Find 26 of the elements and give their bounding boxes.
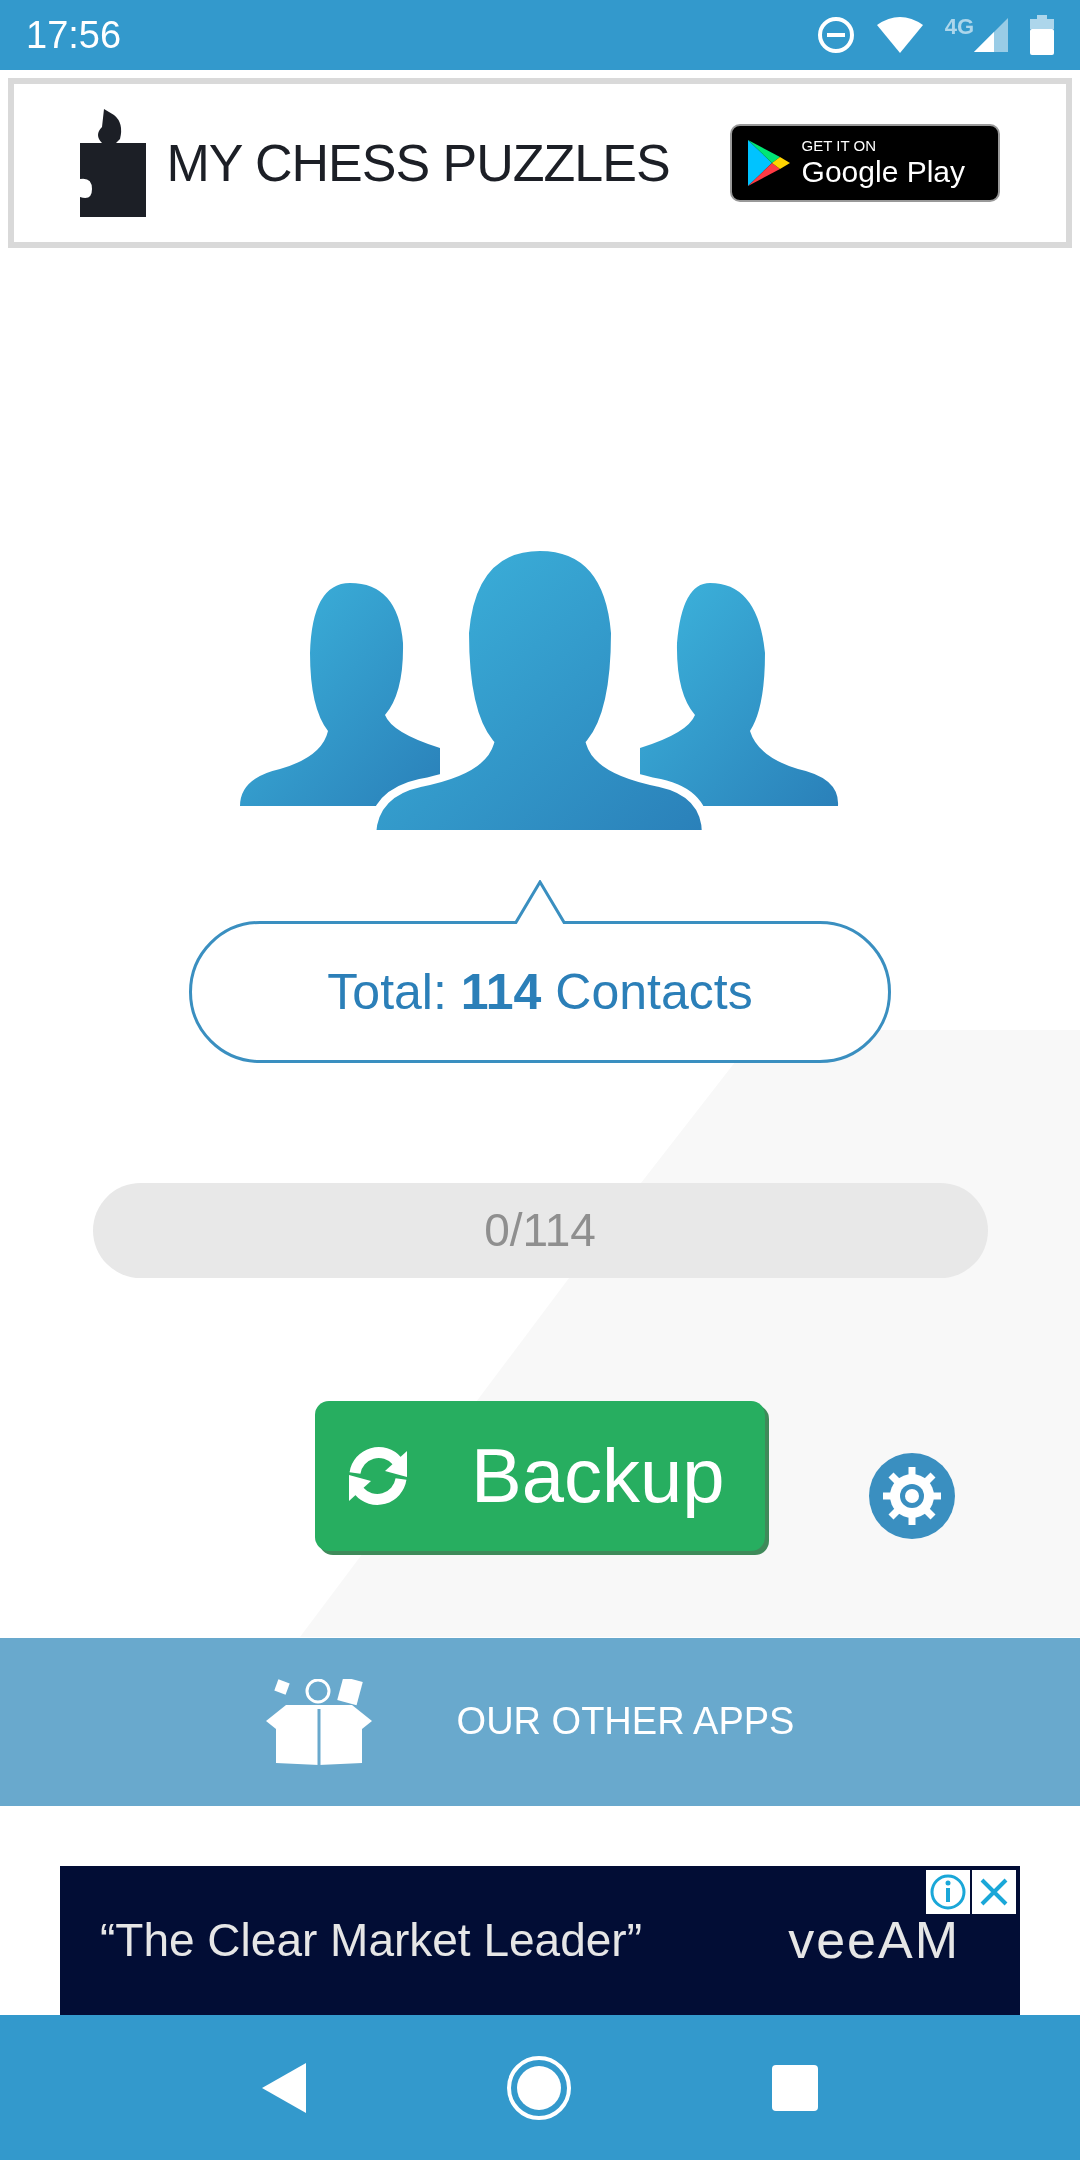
progress-reading: 0/114: [484, 1203, 596, 1258]
ad-banner[interactable]: MY CHESS PUZZLES GET IT ON Google Play: [8, 78, 1072, 248]
total-contacts-text: Total: 114 Contacts: [327, 962, 753, 1022]
home-icon[interactable]: [506, 2054, 572, 2121]
chess-knight-puzzle-icon: [80, 109, 147, 217]
info-icon[interactable]: [926, 1869, 970, 1914]
back-icon[interactable]: [262, 2062, 306, 2113]
battery-icon: [1030, 15, 1054, 55]
app-name: MY CHESS PUZZLES: [166, 133, 670, 193]
google-play-badge[interactable]: GET IT ON Google Play: [729, 124, 1000, 202]
signal-icon: [974, 18, 1008, 52]
do-not-disturb-icon: [816, 16, 855, 54]
store-caption: GET IT ON: [801, 137, 878, 155]
settings-icon[interactable]: [869, 1453, 955, 1539]
network-type: 4G: [944, 13, 974, 41]
other-apps-label: OUR OTHER APPS: [456, 1699, 795, 1745]
ad-brand: veeAM: [788, 1910, 960, 1972]
close-icon[interactable]: [972, 1869, 1016, 1914]
video-ad-banner[interactable]: “The Clear Market Leader” veeAM: [60, 1865, 1020, 2016]
box-of-games-icon: [265, 1678, 372, 1765]
recents-icon[interactable]: [772, 2064, 818, 2111]
store-name: Google Play: [801, 155, 965, 189]
play-store-icon: [745, 138, 790, 188]
clock: 17:56: [26, 12, 122, 58]
ad-headline: “The Clear Market Leader”: [100, 1912, 642, 1968]
wifi-icon: [876, 17, 923, 53]
